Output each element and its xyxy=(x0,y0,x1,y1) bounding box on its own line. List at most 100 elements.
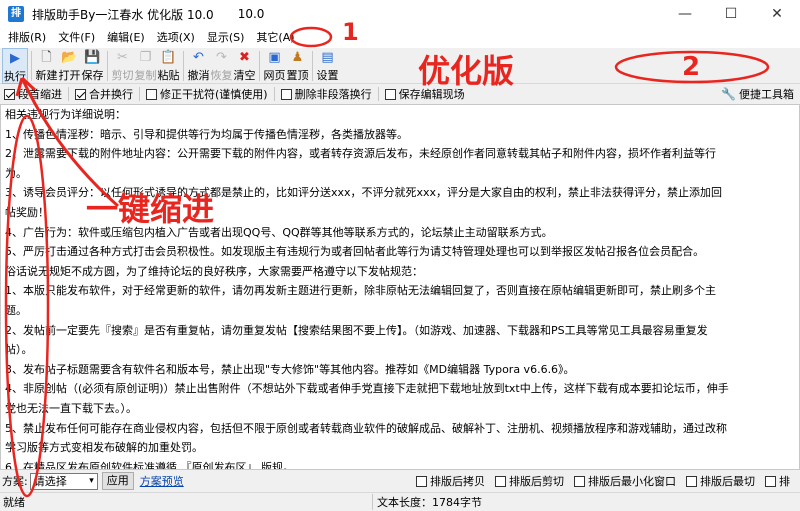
checkbox[interactable] xyxy=(75,88,86,100)
web-icon: ▣ xyxy=(268,50,281,65)
option-checkbox-3[interactable]: 删除非段落换行 xyxy=(280,86,372,102)
after-option-label: 排版后最切 xyxy=(700,475,755,488)
status-text-length: 文本长度：1784字节 xyxy=(372,494,482,510)
cut-button[interactable]: ✂ 剪切 xyxy=(111,48,134,84)
toolbox-label: 便捷工具箱 xyxy=(739,88,794,101)
editor-line: 6、在精品区发布原创软件标准遵循 『原创发布区』 版规。 xyxy=(5,460,294,470)
toolbar-label: 新建 xyxy=(35,69,58,82)
checkbox[interactable] xyxy=(416,475,427,487)
toolbar-label: 执行 xyxy=(4,70,26,83)
settings-button[interactable]: ▤ 设置 xyxy=(316,48,339,84)
toolbar-label: 剪切 xyxy=(111,69,134,82)
checkbox[interactable] xyxy=(495,475,506,487)
toolbar-label: 置顶 xyxy=(286,69,309,82)
option-checkbox-1[interactable]: 合并换行 xyxy=(75,86,133,102)
close-button[interactable]: ✕ xyxy=(754,0,800,28)
play-button[interactable]: ▶ 执行 xyxy=(2,48,28,84)
undo-button[interactable]: ↶ 撤消 xyxy=(187,48,210,84)
text-editor[interactable]: 相关违规行为详细说明： 1、传播色情淫秽：暗示、引导和提供等行为均属于传播色情淫… xyxy=(0,104,800,470)
after-layout-options: 排版后拷贝 排版后剪切 排版后最小化窗口 排版后最切 排 xyxy=(416,470,800,492)
editor-line: 1、传播色情淫秽：暗示、引导和提供等行为均属于传播色情淫秽，各类播放器等。 xyxy=(5,127,408,141)
annotation-number-1: 1 xyxy=(342,18,359,46)
close-icon: ✕ xyxy=(771,6,783,22)
pin-top-button[interactable]: ♟ 置顶 xyxy=(286,48,309,84)
copy-button[interactable]: ❐ 复制 xyxy=(134,48,157,84)
paste-button[interactable]: 📋 粘贴 xyxy=(157,48,180,84)
paste-icon: 📋 xyxy=(160,50,177,65)
annotation-one-click-indent: 一键缩进 xyxy=(86,190,215,228)
editor-line: 俗话说无规矩不成方圆，为了维持论坛的良好秩序，大家需要严格遵守以下发帖规范： xyxy=(5,264,423,278)
checkbox[interactable] xyxy=(765,475,776,487)
copy-icon: ❐ xyxy=(139,50,152,65)
apply-button[interactable]: 应用 xyxy=(101,472,134,490)
toolbar: ▶ 执行 🗋 新建 📂 打开 💾 保存 ✂ 剪切 ❐ 复制 📋 粘贴 ↶ 撤消 ↷ 恢复 ✖ 清空 ▣ 网页 ♟ 置顶 ▤ 设置 xyxy=(0,48,800,84)
menu-item-3[interactable]: 选项(X) xyxy=(151,28,201,48)
wrench-icon: 🔧 xyxy=(721,87,736,101)
web-button[interactable]: ▣ 网页 xyxy=(263,48,286,84)
option-checkbox-2[interactable]: 修正干扰符(谨慎使用) xyxy=(146,86,268,102)
window-title: 排版助手By一江春水 优化版 10.0 xyxy=(32,7,214,22)
cut-icon: ✂ xyxy=(117,50,128,65)
option-label: 段首缩进 xyxy=(18,88,62,101)
toolbar-label: 打开 xyxy=(58,69,81,82)
checkbox[interactable] xyxy=(384,88,396,100)
redo-button[interactable]: ↷ 恢复 xyxy=(210,48,233,84)
maximize-button[interactable]: ☐ xyxy=(708,0,754,28)
option-checkbox-0[interactable]: 段首缩进 xyxy=(4,86,62,102)
options-separator xyxy=(68,87,69,101)
save-button[interactable]: 💾 保存 xyxy=(81,48,104,84)
clear-button[interactable]: ✖ 清空 xyxy=(233,48,256,84)
option-label: 合并换行 xyxy=(89,88,133,101)
chevron-down-icon: ▾ xyxy=(89,475,94,486)
status-ready: 就绪 xyxy=(3,496,25,509)
title-bar: 排 排版助手By一江春水 优化版 10.0 10.0 — ☐ ✕ xyxy=(0,0,800,28)
checkbox[interactable] xyxy=(280,88,292,100)
undo-icon: ↶ xyxy=(193,50,204,65)
after-option-checkbox-2[interactable]: 排版后最小化窗口 xyxy=(574,473,676,489)
checkbox[interactable] xyxy=(686,475,697,487)
minimize-icon: — xyxy=(678,6,692,22)
open-folder-button[interactable]: 📂 打开 xyxy=(58,48,81,84)
menu-item-2[interactable]: 编辑(E) xyxy=(101,28,151,48)
after-option-checkbox-1[interactable]: 排版后剪切 xyxy=(495,473,564,489)
toolbar-label: 粘贴 xyxy=(157,69,180,82)
pin-top-icon: ♟ xyxy=(291,50,304,65)
toolbar-label: 设置 xyxy=(316,69,339,82)
checkbox[interactable] xyxy=(574,475,585,487)
toolbox-button[interactable]: 🔧 便捷工具箱 xyxy=(721,84,794,104)
after-option-checkbox-4[interactable]: 排 xyxy=(765,473,790,489)
toolbar-label: 清空 xyxy=(233,69,256,82)
options-bar: 段首缩进 合并换行 修正干扰符(谨慎使用) 删除非段落换行 保存编辑现场 xyxy=(0,84,800,104)
after-option-checkbox-3[interactable]: 排版后最切 xyxy=(686,473,755,489)
editor-line: 相关违规行为详细说明： xyxy=(5,108,126,121)
toolbar-separator xyxy=(107,51,108,81)
menu-item-4[interactable]: 显示(S) xyxy=(201,28,251,48)
editor-line: 帖）。 xyxy=(5,343,33,357)
menu-item-1[interactable]: 文件(F) xyxy=(52,28,101,48)
menu-item-0[interactable]: 排版(R) xyxy=(2,28,52,48)
app-icon: 排 xyxy=(8,6,24,22)
annotation-optimized-label: 优化版 xyxy=(418,52,515,90)
toolbar-label: 撤消 xyxy=(187,69,210,82)
maximize-icon: ☐ xyxy=(724,6,738,22)
editor-line: 为。 xyxy=(5,166,27,180)
checkbox[interactable] xyxy=(146,88,157,100)
toolbar-separator xyxy=(183,51,184,81)
toolbar-separator xyxy=(31,51,32,81)
toolbar-label: 网页 xyxy=(263,69,286,82)
after-option-checkbox-0[interactable]: 排版后拷贝 xyxy=(416,473,485,489)
editor-line: 学习版等方式变相发布破解的加重处罚。 xyxy=(5,441,203,455)
editor-line: 4、非原创帖（(必须有原创证明)）禁止出售附件（不想站外下载或者伸手党直接下走就… xyxy=(5,382,729,396)
after-option-label: 排版后剪切 xyxy=(509,475,564,488)
option-label: 修正干扰符(谨慎使用) xyxy=(160,88,268,101)
status-bar: 就绪 文本长度：1784字节 xyxy=(0,492,800,511)
options-separator xyxy=(273,87,275,101)
scheme-select[interactable]: 请选择 ▾ xyxy=(29,472,98,490)
scheme-preview-link[interactable]: 方案预览 xyxy=(140,473,184,489)
menu-item-5[interactable]: 其它(A) xyxy=(250,28,300,48)
minimize-button[interactable]: — xyxy=(662,0,708,28)
new-file-button[interactable]: 🗋 新建 xyxy=(35,48,58,84)
editor-line: 题。 xyxy=(5,303,27,317)
play-icon: ▶ xyxy=(10,51,20,66)
checkbox[interactable] xyxy=(4,88,15,100)
